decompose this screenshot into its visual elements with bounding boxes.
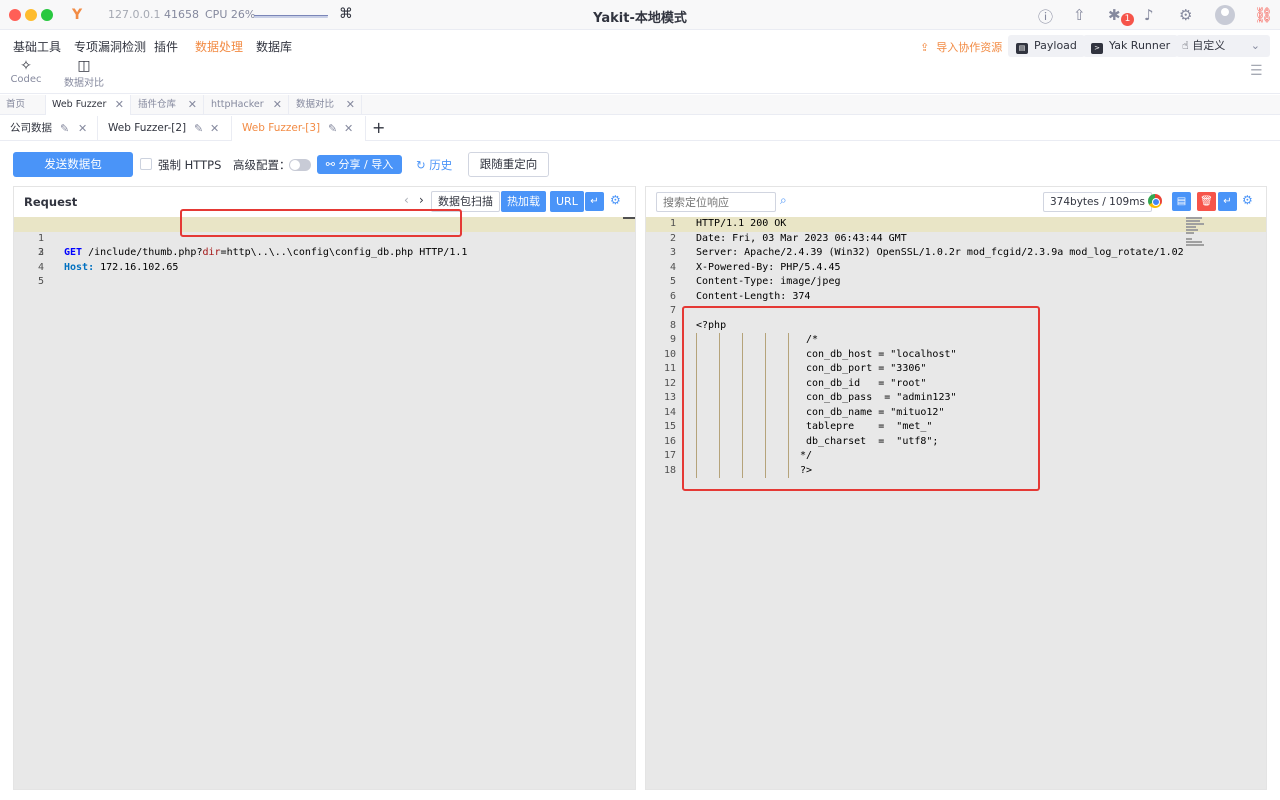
send-packet-button[interactable]: 发送数据包 [13, 152, 133, 177]
import-icon: ⇪ [920, 41, 930, 54]
code-line: 4 [37, 261, 44, 273]
code-line: 1 HTTP/1.1 200 OK [646, 217, 1266, 232]
payload-icon: ▤ [1016, 43, 1028, 54]
code-line: 5 [37, 276, 44, 287]
page-tabs: 首页 Web Fuzzer ✕ 插件仓库 ✕ httpHacker ✕ 数据对比 ✕ [0, 95, 1280, 115]
python-icon[interactable]: ⌘ [339, 6, 353, 22]
codec-icon: ✧ [20, 58, 32, 74]
code-line: 4 X-Powered-By: PHP/5.4.45 [669, 261, 841, 273]
wrap-icon[interactable]: ↵ [585, 192, 604, 211]
compare-icon: ◫ [77, 58, 91, 74]
subtab-web-fuzzer-2[interactable]: Web Fuzzer-[2] ✎ ✕ [98, 116, 232, 141]
import-resources-button[interactable]: ⇪ 导入协作资源 [920, 39, 1002, 55]
share-icon: ⚯ [325, 158, 335, 171]
edit-icon[interactable]: ✎ [60, 116, 69, 141]
close-icon[interactable]: ✕ [346, 95, 355, 115]
collapse-menu-icon[interactable]: ☰ [1250, 63, 1263, 79]
code-line: 3 Server: Apache/2.4.39 (Win32) OpenSSL/1… [669, 247, 1184, 258]
settings-icon[interactable]: ⚙ [610, 193, 621, 207]
edit-icon[interactable]: ✎ [194, 116, 203, 141]
tab-plugin-store[interactable]: 插件仓库 ✕ [132, 95, 204, 115]
menu-database[interactable]: 数据库 [256, 38, 292, 55]
avatar[interactable] [1215, 5, 1235, 25]
close-window-button[interactable] [9, 9, 21, 21]
minimize-window-button[interactable] [25, 9, 37, 21]
engine-address: 127.0.0.1 41658 [108, 8, 199, 21]
close-icon[interactable]: ✕ [115, 95, 124, 115]
cursor-icon: ☝ [1182, 39, 1189, 52]
force-https-checkbox[interactable] [140, 158, 152, 170]
link-icon[interactable]: ⛓ [1254, 6, 1273, 24]
main-menu: 基础工具 专项漏洞检测 插件 数据处理 数据库 ✧ Codec ◫ 数据对比 ⇪… [0, 30, 1280, 94]
edit-icon[interactable]: ✎ [328, 116, 337, 141]
fuzzer-tabs: 公司数据 ✎ ✕ Web Fuzzer-[2] ✎ ✕ Web Fuzzer-[… [0, 116, 1280, 141]
highlight-response-config [682, 306, 1040, 491]
close-icon[interactable]: ✕ [188, 95, 197, 115]
code-line: 5 Content-Type: image/jpeg [669, 276, 841, 287]
terminal-icon: > [1091, 43, 1103, 54]
title-bar: Y 127.0.0.1 41658 CPU 26% ⌘ Yakit-本地模式 ⓘ… [0, 0, 1280, 30]
submenu-codec[interactable]: ✧ Codec [0, 58, 54, 85]
tab-home[interactable]: 首页 [0, 95, 46, 115]
menu-data-processing[interactable]: 数据处理 [195, 38, 243, 55]
editor-minimap [1186, 217, 1204, 247]
chevron-right-icon[interactable]: › [419, 193, 424, 207]
payload-button[interactable]: ▤ Payload [1008, 35, 1085, 57]
response-size-info: 374bytes / 109ms [1043, 192, 1152, 212]
history-button[interactable]: ↻ 历史 [416, 157, 452, 173]
add-tab-icon[interactable]: + [372, 118, 385, 137]
help-icon[interactable]: ⓘ [1038, 6, 1053, 27]
tab-web-fuzzer[interactable]: Web Fuzzer ✕ [46, 95, 131, 115]
notification-badge: 1 [1121, 13, 1134, 26]
menu-vuln-detection[interactable]: 专项漏洞检测 [74, 38, 146, 55]
tab-data-compare[interactable]: 数据对比 ✕ [290, 95, 362, 115]
chrome-icon[interactable] [1148, 194, 1162, 208]
cpu-usage: CPU 26% [205, 8, 256, 21]
force-https-label: 强制 HTTPS [158, 158, 222, 172]
history-icon: ↻ [416, 158, 426, 172]
yakit-logo-icon: Y [72, 7, 83, 23]
advanced-config-toggle[interactable] [289, 159, 311, 171]
bug-icon[interactable]: ✱ [1108, 6, 1121, 24]
maximize-window-button[interactable] [41, 9, 53, 21]
submenu-data-compare[interactable]: ◫ 数据对比 [56, 58, 112, 89]
response-search-input[interactable] [656, 192, 776, 212]
wrap-icon[interactable]: ↵ [1218, 192, 1237, 211]
bell-icon[interactable]: ♪ [1144, 6, 1154, 24]
url-button[interactable]: URL [550, 191, 584, 212]
cpu-usage-graph [254, 15, 328, 18]
tab-http-hacker[interactable]: httpHacker ✕ [205, 95, 289, 115]
menu-plugins[interactable]: 插件 [154, 38, 178, 55]
gear-icon[interactable]: ⚙ [1179, 6, 1192, 24]
close-icon[interactable]: ✕ [210, 116, 219, 141]
code-line: 6 Content-Length: 374 [669, 290, 811, 302]
search-icon[interactable]: ⌕ [780, 193, 787, 208]
subtab-web-fuzzer-3[interactable]: Web Fuzzer-[3] ✎ ✕ [232, 116, 366, 141]
highlight-request-param [180, 209, 462, 237]
hot-reload-button[interactable]: 热加载 [501, 191, 546, 212]
subtab-company-data[interactable]: 公司数据 ✎ ✕ [0, 116, 98, 141]
response-header: ⌕ 374bytes / 109ms ▤ 🗑 ↵ ⚙ [646, 187, 1266, 217]
chevron-left-icon[interactable]: ‹ [404, 193, 409, 207]
close-icon[interactable]: ✕ [78, 116, 87, 141]
menu-basic-tools[interactable]: 基础工具 [13, 38, 61, 55]
request-panel: Request ‹ › 数据包扫描 热加载 URL ↵ ⚙ 1 GET /inc… [13, 186, 636, 790]
close-icon[interactable]: ✕ [273, 95, 282, 115]
code-line: 3 [37, 247, 44, 258]
code-line: 2 Date: Fri, 03 Mar 2023 06:43:44 GMT [669, 232, 907, 244]
follow-redirect-button[interactable]: 跟随重定向 [468, 152, 549, 177]
close-icon[interactable]: ✕ [344, 116, 353, 141]
delete-icon[interactable]: 🗑 [1197, 192, 1216, 211]
document-icon[interactable]: ▤ [1172, 192, 1191, 211]
scrollbar-indicator [623, 217, 635, 219]
chevron-down-icon: ⌄ [1250, 39, 1260, 52]
customize-dropdown[interactable]: ☝ 自定义 ⌄ [1176, 35, 1270, 57]
settings-icon[interactable]: ⚙ [1242, 193, 1253, 207]
yak-runner-button[interactable]: > Yak Runner [1083, 35, 1179, 57]
request-title: Request [24, 195, 78, 209]
rocket-icon[interactable]: ⇧ [1073, 6, 1086, 24]
advanced-config-label: 高级配置： [233, 158, 291, 172]
share-import-button[interactable]: ⚯ 分享 / 导入 [317, 155, 402, 174]
